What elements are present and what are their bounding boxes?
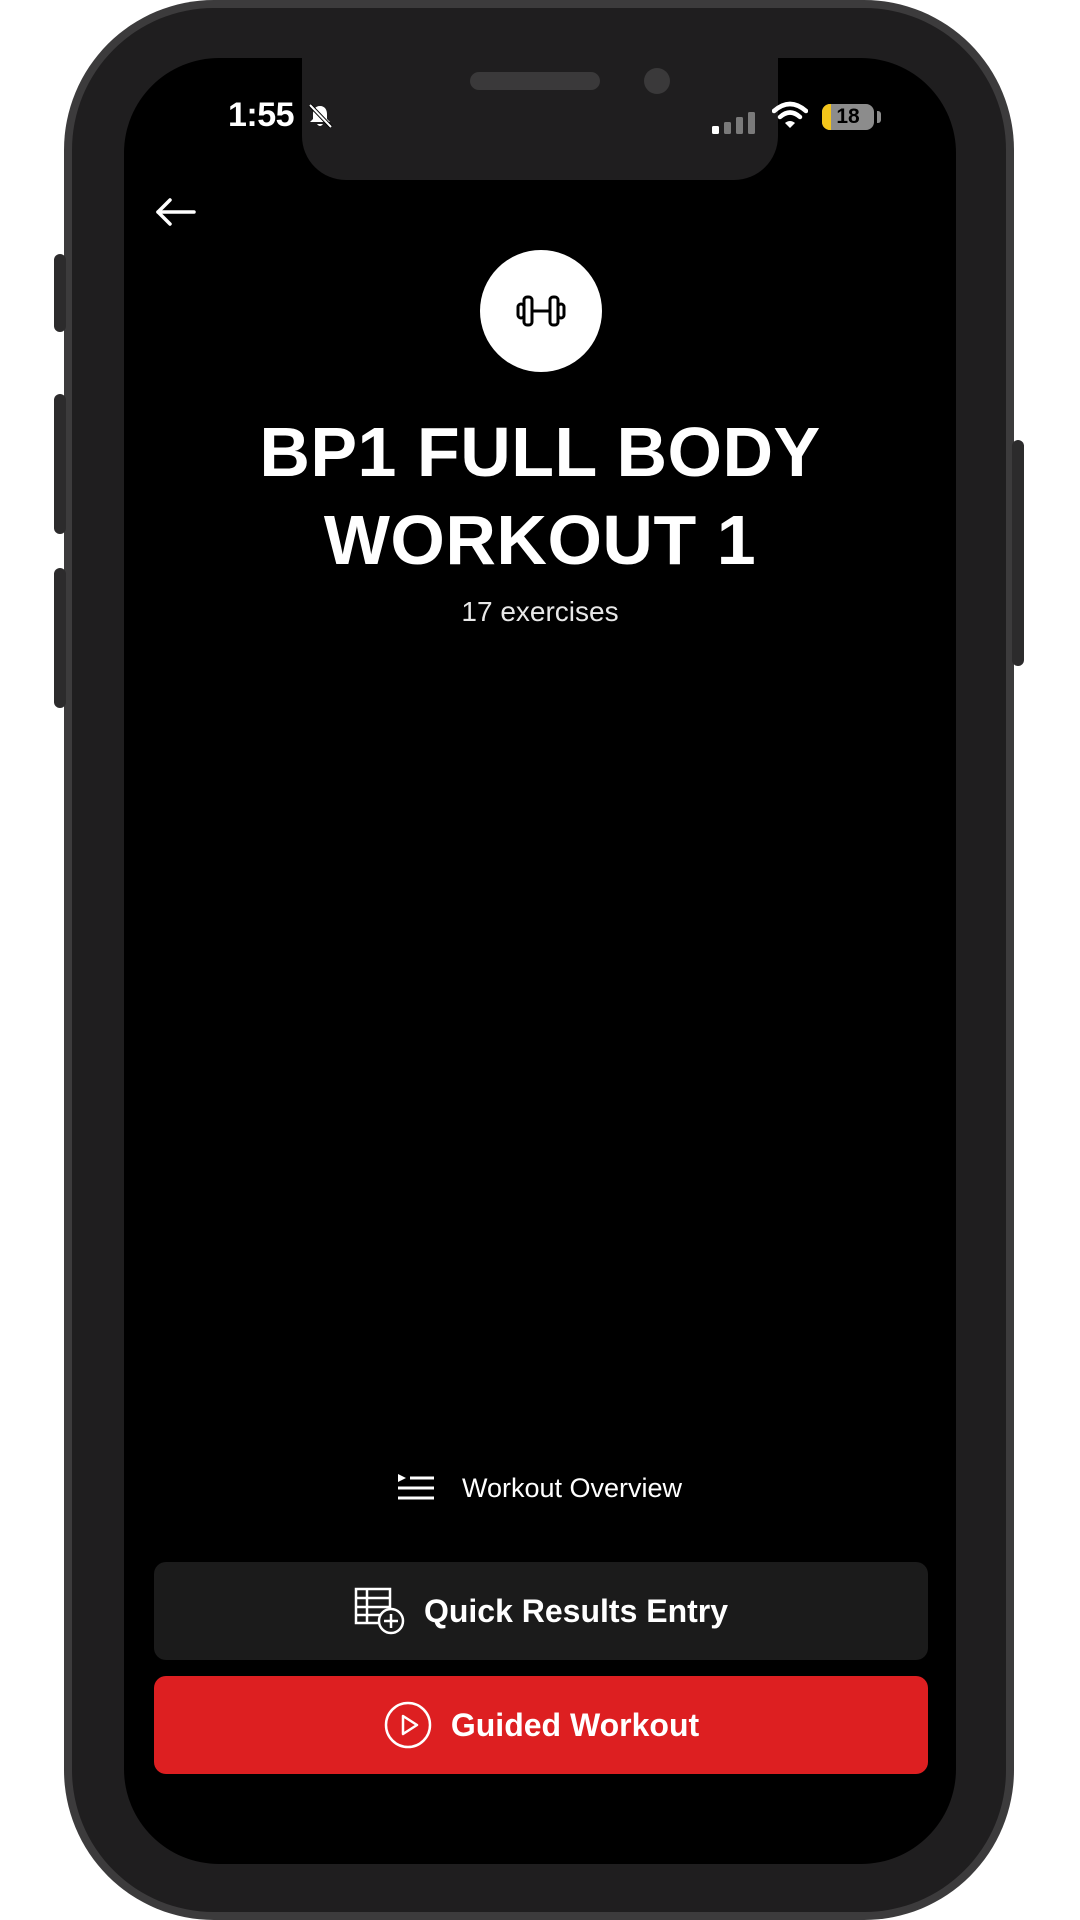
- play-list-icon: [398, 1474, 434, 1500]
- arrow-left-icon: [156, 198, 196, 226]
- notch: [302, 58, 778, 180]
- cellular-signal-icon: [712, 112, 755, 134]
- workout-overview-link[interactable]: Workout Overview: [396, 1466, 682, 1510]
- front-camera: [644, 68, 670, 94]
- side-button-volume-down: [54, 568, 66, 708]
- exercise-count: 17 exercises: [461, 596, 619, 627]
- battery-level: 18: [836, 105, 860, 128]
- workout-overview-label: Workout Overview: [462, 1472, 683, 1503]
- app-screen: 1:55 18 BP1 FULL BODY WORKOUT 1 17 exerc…: [124, 58, 956, 1864]
- battery-tip: [877, 111, 881, 123]
- table-add-icon: [354, 1587, 405, 1635]
- wifi-icon: [772, 101, 808, 128]
- bell-slash-icon: [308, 103, 333, 129]
- quick-results-entry-button[interactable]: Quick Results Entry: [154, 1562, 928, 1660]
- status-time: 1:55: [228, 96, 295, 134]
- dumbbell-icon: [516, 295, 566, 327]
- quick-results-entry-label: Quick Results Entry: [423, 1592, 729, 1629]
- guided-workout-button[interactable]: Guided Workout: [154, 1676, 928, 1774]
- guided-workout-label: Guided Workout: [450, 1706, 700, 1743]
- speaker-grille: [470, 72, 600, 90]
- play-circle-icon: [384, 1701, 432, 1749]
- workout-title: BP1 FULL BODY WORKOUT 1: [259, 413, 821, 579]
- side-button-power: [1012, 440, 1024, 666]
- workout-type-badge: [480, 250, 602, 372]
- battery-indicator: 18: [822, 104, 874, 130]
- side-button-mute: [54, 254, 66, 332]
- back-button[interactable]: [148, 184, 204, 240]
- side-button-volume-up: [54, 394, 66, 534]
